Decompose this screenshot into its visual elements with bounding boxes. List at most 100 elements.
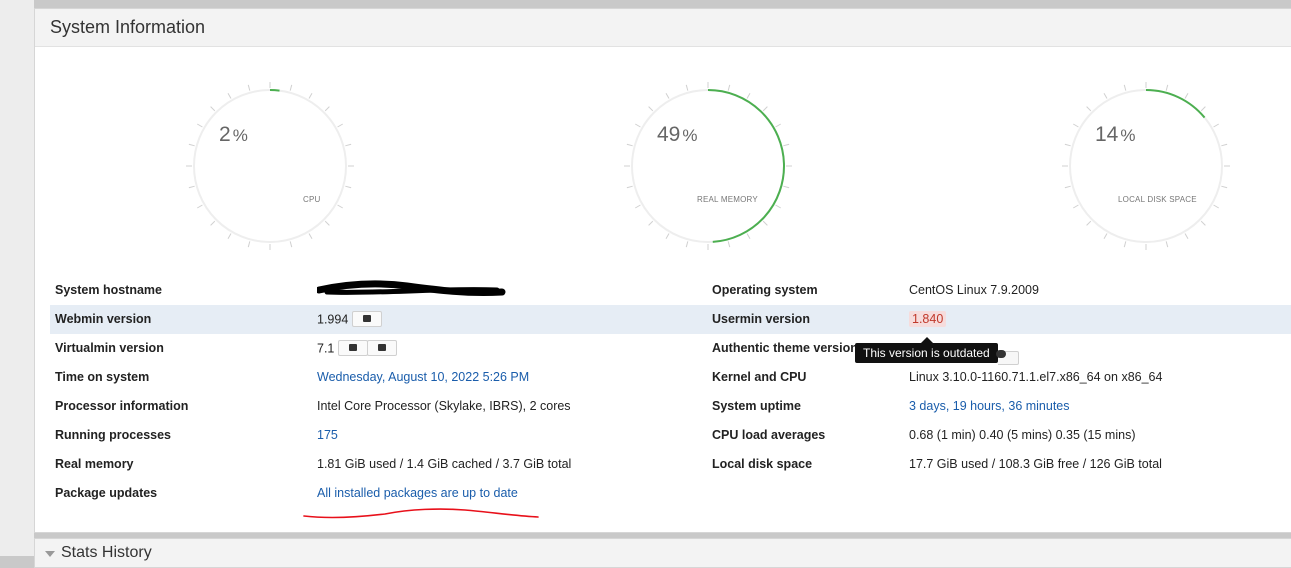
gauge-tick xyxy=(1086,106,1092,112)
panel-title: System Information xyxy=(50,17,206,37)
virtualmin-update-button[interactable] xyxy=(367,340,398,356)
table-row: Processor information Intel Core Process… xyxy=(50,392,1291,421)
gauge-tick xyxy=(308,93,313,99)
gauge-tick xyxy=(783,185,790,189)
cpu-gauge-label: CPU xyxy=(303,195,321,204)
gauge-tick xyxy=(1200,220,1206,226)
gauge-tick xyxy=(635,123,641,128)
gauge-arc xyxy=(707,89,785,243)
redaction-scribble xyxy=(315,280,506,297)
gauge-tick xyxy=(188,185,195,189)
cpu-load-value: 0.68 (1 min) 0.40 (5 mins) 0.35 (15 mins… xyxy=(909,428,1136,442)
local-disk-gauge-value: 14% xyxy=(1095,123,1136,146)
gauge-tick xyxy=(648,106,654,112)
kernel-cpu-value: Linux 3.10.0-1160.71.1.el7.x86_64 on x86… xyxy=(909,370,1163,384)
gauge-tick xyxy=(308,233,313,239)
gauge-tick xyxy=(775,204,781,209)
time-on-system-link[interactable]: Wednesday, August 10, 2022 5:26 PM xyxy=(317,370,529,384)
running-processes-link[interactable]: 175 xyxy=(317,428,338,442)
gauge-tick xyxy=(188,143,195,147)
kernel-cpu-label: Kernel and CPU xyxy=(712,370,807,384)
real-memory-value: 1.81 GiB used / 1.4 GiB cached / 3.7 GiB… xyxy=(317,457,572,471)
real-memory-label: Real memory xyxy=(55,457,134,471)
virtualmin-version-value: 7.1 xyxy=(317,340,398,357)
gauge-tick xyxy=(345,185,352,189)
gauge-tick xyxy=(289,84,293,91)
usermin-version-label: Usermin version xyxy=(712,312,810,326)
gauge-tick xyxy=(345,143,352,147)
real-memory-gauge-value: 49% xyxy=(657,123,698,146)
package-updates-label: Package updates xyxy=(55,486,158,500)
hostname-value[interactable] xyxy=(315,280,507,303)
usermin-version-value[interactable]: 1.840 xyxy=(909,311,947,327)
panel-header[interactable]: System Information xyxy=(35,9,1291,47)
table-row: Time on system Wednesday, August 10, 202… xyxy=(50,363,1291,392)
gauge-tick xyxy=(1184,233,1189,239)
table-row: System hostname Operating system CentOS … xyxy=(50,276,1291,305)
gauge-tick xyxy=(775,123,781,128)
os-value: CentOS Linux 7.9.2009 xyxy=(909,283,1039,297)
gauge-tick xyxy=(626,185,633,189)
cpu-gauge: 2% CPU xyxy=(180,78,360,258)
gauge-tick xyxy=(626,143,633,147)
gauge-tick xyxy=(1064,143,1071,147)
gauge-tick xyxy=(665,233,670,239)
stats-history-title: Stats History xyxy=(61,544,152,561)
gauge-track xyxy=(193,89,347,243)
gauge-tick xyxy=(727,84,731,91)
virtualmin-chat-button[interactable] xyxy=(338,340,369,356)
gauge-tick xyxy=(324,106,330,112)
table-row: Virtualmin version 7.1 Authentic theme v… xyxy=(50,334,1291,363)
cpu-gauge-ring xyxy=(186,82,354,250)
gauge-tick xyxy=(665,93,670,99)
cpu-gauge-value: 2% xyxy=(219,123,248,146)
gauge-tick xyxy=(1200,106,1206,112)
table-row: Running processes 175 CPU load averages … xyxy=(50,421,1291,450)
gauge-tick xyxy=(762,106,768,112)
chevron-down-icon[interactable] xyxy=(45,551,55,557)
gauge-tick xyxy=(1184,93,1189,99)
gauge-tick xyxy=(1123,84,1127,91)
package-updates-link[interactable]: All installed packages are up to date xyxy=(317,486,518,500)
webmin-update-button[interactable] xyxy=(352,311,383,327)
gauge-tick xyxy=(1073,123,1079,128)
table-row: Webmin version 1.994 Usermin version 1.8… xyxy=(50,305,1291,334)
gauge-tick xyxy=(727,241,731,248)
hostname-label: System hostname xyxy=(55,283,162,297)
gauge-tick xyxy=(210,220,216,226)
stats-history-panel[interactable]: Stats History xyxy=(34,538,1291,568)
running-processes-label: Running processes xyxy=(55,428,171,442)
gauge-tick xyxy=(227,233,232,239)
real-memory-gauge-label: REAL MEMORY xyxy=(697,195,758,204)
webmin-version-value: 1.994 xyxy=(317,311,383,328)
gauge-tick xyxy=(227,93,232,99)
outdated-badge[interactable]: 1.840 xyxy=(909,311,947,327)
local-disk-value: 17.7 GiB used / 108.3 GiB free / 126 GiB… xyxy=(909,457,1162,471)
gauge-tick xyxy=(685,241,689,248)
gauge-tick xyxy=(1165,241,1169,248)
os-label: Operating system xyxy=(712,283,818,297)
gauge-tick xyxy=(783,143,790,147)
gauge-tick xyxy=(648,220,654,226)
table-row: Real memory 1.81 GiB used / 1.4 GiB cach… xyxy=(50,450,1291,479)
gauge-tick xyxy=(1103,233,1108,239)
gauge-tick xyxy=(289,241,293,248)
system-info-table: System hostname Operating system CentOS … xyxy=(50,276,1291,508)
gauge-tick xyxy=(1086,220,1092,226)
gauge-tick xyxy=(1123,241,1127,248)
palette-icon xyxy=(996,350,1006,358)
gauge-tick xyxy=(197,204,203,209)
left-gutter xyxy=(0,0,34,556)
system-uptime-label: System uptime xyxy=(712,399,801,413)
real-memory-gauge: 49% REAL MEMORY xyxy=(618,78,798,258)
gauge-tick xyxy=(1213,123,1219,128)
system-uptime-link[interactable]: 3 days, 19 hours, 36 minutes xyxy=(909,399,1070,413)
local-disk-gauge: 14% LOCAL DISK SPACE xyxy=(1056,78,1236,258)
gauge-tick xyxy=(746,233,751,239)
gauge-tick xyxy=(1073,204,1079,209)
gauge-tick xyxy=(685,84,689,91)
time-on-system-label: Time on system xyxy=(55,370,150,384)
local-disk-gauge-ring xyxy=(1062,82,1230,250)
cpu-load-label: CPU load averages xyxy=(712,428,826,442)
gauge-arc xyxy=(269,89,280,92)
